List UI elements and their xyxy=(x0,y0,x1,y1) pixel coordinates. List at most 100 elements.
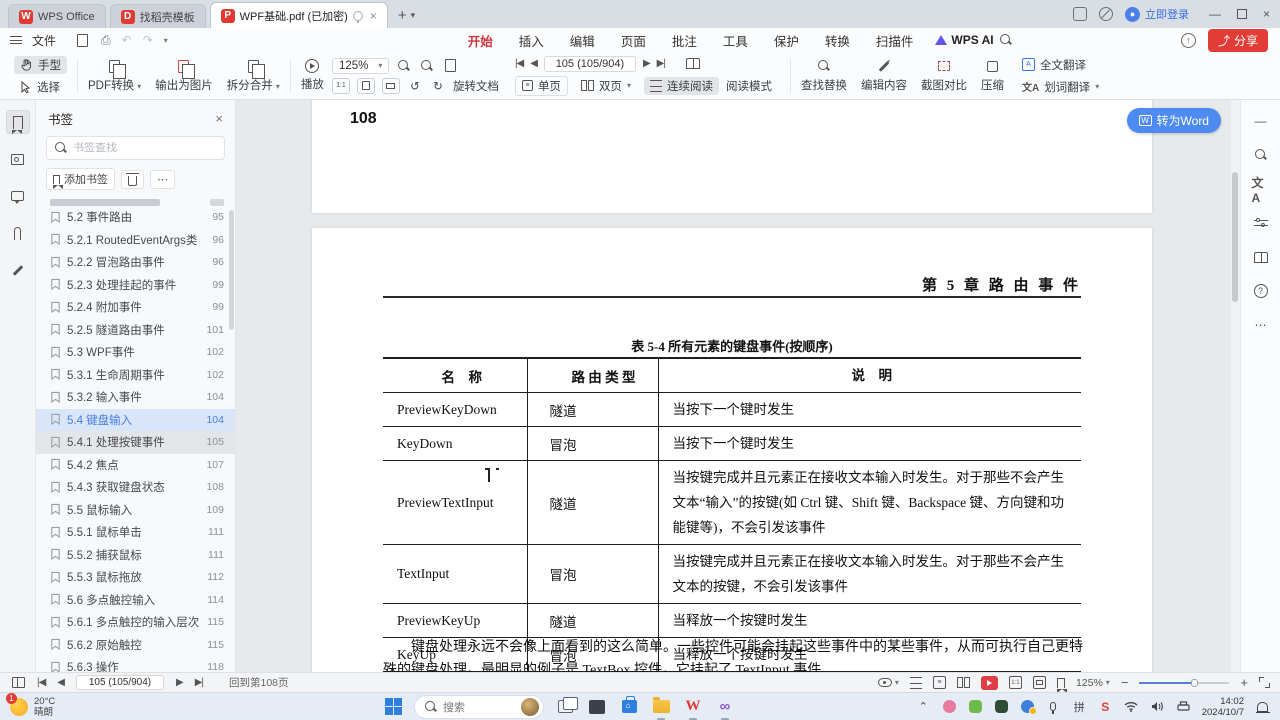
zoom-slider-knob[interactable] xyxy=(1191,678,1199,687)
autoplay-button[interactable] xyxy=(980,675,998,690)
taskbar-search[interactable]: 搜索 xyxy=(414,694,544,719)
wifi-icon[interactable] xyxy=(1124,699,1139,714)
status-page-input[interactable] xyxy=(76,675,164,690)
next-page-icon[interactable]: ▶ xyxy=(176,677,184,688)
single-page-view-icon[interactable]: ≡ xyxy=(932,676,946,689)
hidden-icons-chevron[interactable]: ⌃ xyxy=(916,699,931,714)
bookmark-item[interactable]: 5.4.1 处理按键事件 105 xyxy=(36,431,236,454)
bookmark-item[interactable]: 5.3.2 输入事件 104 xyxy=(36,386,236,409)
read-mode-book-icon[interactable] xyxy=(685,58,700,69)
last-page-icon[interactable]: ▶| xyxy=(657,58,666,69)
delete-bookmark-button[interactable] xyxy=(121,169,144,189)
first-page-icon[interactable]: |◀ xyxy=(37,677,46,688)
close-tab-icon[interactable]: × xyxy=(370,9,377,23)
ribbon-tab-扫描件[interactable]: 扫描件 xyxy=(876,31,914,50)
bookmarks-panel-toggle[interactable] xyxy=(5,110,30,134)
zoom-in-icon[interactable] xyxy=(419,58,435,74)
bookmark-item[interactable]: 5.6.3 操作 118 xyxy=(36,656,236,672)
pdf-convert-button[interactable]: PDF转换 ▾ xyxy=(88,58,141,93)
zoom-select[interactable]: 125% ▾ xyxy=(331,57,390,74)
pinned-app-dark[interactable] xyxy=(586,696,608,718)
continuous-read-button[interactable]: 连续阅读 xyxy=(643,76,719,95)
ribbon-tab-页面[interactable]: 页面 xyxy=(621,31,646,50)
weather-widget[interactable]: 1 20°C 晴朗 xyxy=(0,692,210,718)
ime-icon[interactable]: 拼 xyxy=(1072,699,1087,714)
read-mode-label[interactable]: 阅读模式 xyxy=(726,78,772,94)
more-tools-icon[interactable]: ⋯ xyxy=(1252,316,1270,334)
new-window-icon[interactable] xyxy=(442,58,458,74)
fit-width-icon[interactable] xyxy=(381,77,400,94)
continuous-view-icon[interactable] xyxy=(909,676,922,689)
close-button[interactable]: × xyxy=(1263,7,1270,21)
double-page-view-icon[interactable] xyxy=(956,677,970,688)
tab-list-chevron-icon[interactable]: ▾ xyxy=(411,10,416,21)
bookmark-item[interactable]: 5.5 鼠标输入 109 xyxy=(36,499,236,522)
export-image-button[interactable]: 输出为图片 xyxy=(155,58,213,93)
bookmark-item[interactable]: 5.2.3 处理挂起的事件 99 xyxy=(36,274,236,297)
tab-docer-template[interactable]: D 找稻壳模板 xyxy=(109,4,206,28)
document-viewport[interactable]: 108 第 5 章 路 由 事 件 表 5-4 所有元素的键盘事件(按顺序) 名… xyxy=(236,100,1231,672)
add-bookmark-button[interactable]: 添加书签 xyxy=(46,168,115,190)
panel-scrollbar[interactable] xyxy=(229,210,234,330)
document-scrollbar[interactable] xyxy=(1231,100,1240,672)
bookmark-status-icon[interactable] xyxy=(1056,677,1067,693)
print-icon[interactable]: ⎙ xyxy=(101,33,111,48)
wps-app-button[interactable]: W xyxy=(682,696,704,720)
tab-active-pdf[interactable]: P WPF基础.pdf (已加密) × xyxy=(209,2,388,28)
rotate-left-icon[interactable]: ↺ xyxy=(407,78,423,94)
bookmark-item[interactable]: 5.2.4 附加事件 99 xyxy=(36,296,236,319)
signature-panel-toggle[interactable] xyxy=(6,258,30,282)
select-tool-button[interactable]: 选择 xyxy=(14,78,67,96)
bookmark-item[interactable]: 5.5.2 捕获鼠标 111 xyxy=(36,544,236,567)
visual-studio-button[interactable]: ∞ xyxy=(714,696,736,720)
page-number-input[interactable] xyxy=(543,55,636,72)
bookmark-item[interactable]: 5.3 WPF事件 102 xyxy=(36,341,236,364)
rotate-doc-label[interactable]: 旋转文档 xyxy=(453,78,499,94)
bookmark-item[interactable]: 5.2 事件路由 95 xyxy=(36,206,236,229)
compress-button[interactable]: 压缩 xyxy=(981,58,1004,93)
help-icon[interactable]: ? xyxy=(1252,282,1270,300)
bookmark-item[interactable]: 5.6.1 多点触控的输入层次 115 xyxy=(36,611,236,634)
bookmark-item[interactable]: 5.6 多点触控输入 114 xyxy=(36,589,236,612)
zoom-out-button[interactable]: − xyxy=(1121,675,1129,690)
redo-icon[interactable]: ↷ xyxy=(143,33,153,47)
wps-ai-entry[interactable]: WPS AI xyxy=(935,32,1013,48)
minimize-button[interactable]: — xyxy=(1209,7,1221,21)
actual-size-icon[interactable]: 1:1 xyxy=(1008,676,1022,689)
zoom-slider[interactable] xyxy=(1139,678,1230,687)
blue-status-icon[interactable] xyxy=(1020,699,1037,715)
fit-window-icon[interactable] xyxy=(1032,676,1046,689)
tip-bulb-icon[interactable] xyxy=(352,10,363,23)
split-merge-button[interactable]: 拆分合并 ▾ xyxy=(227,58,280,93)
bookmark-item[interactable]: 5.5.1 鼠标单击 111 xyxy=(36,521,236,544)
ribbon-tab-插入[interactable]: 插入 xyxy=(519,31,544,50)
ribbon-tab-保护[interactable]: 保护 xyxy=(774,31,799,50)
ribbon-tab-批注[interactable]: 批注 xyxy=(672,31,697,50)
settings-sliders-icon[interactable] xyxy=(1252,214,1270,232)
more-bookmark-actions-button[interactable]: ⋯ xyxy=(150,169,175,189)
convert-to-word-button[interactable]: W 转为Word xyxy=(1126,108,1221,133)
printer-device-icon[interactable] xyxy=(1176,699,1191,714)
fullscreen-icon[interactable] xyxy=(1259,677,1270,688)
undo-icon[interactable]: ↶ xyxy=(122,33,132,47)
single-page-button[interactable]: ≡ 单页 xyxy=(514,75,568,96)
save-icon[interactable] xyxy=(74,32,90,48)
volume-icon[interactable] xyxy=(1150,699,1165,714)
close-panel-icon[interactable]: × xyxy=(215,111,223,126)
next-page-icon[interactable]: ▶ xyxy=(643,58,651,69)
collapse-handle-icon[interactable]: — xyxy=(1252,112,1270,130)
fit-page-icon[interactable] xyxy=(356,77,375,94)
search-icon[interactable] xyxy=(998,32,1014,48)
reading-book-icon[interactable] xyxy=(1252,248,1270,266)
bookmark-item[interactable]: 5.2.2 冒泡路由事件 96 xyxy=(36,251,236,274)
start-button[interactable] xyxy=(382,696,404,718)
zoom-level-button[interactable]: 125% ▾ xyxy=(1076,677,1110,689)
full-translate-button[interactable]: A 全文翻译 xyxy=(1016,56,1105,74)
translate-tool-icon[interactable]: 文A xyxy=(1252,176,1270,205)
share-button[interactable]: ⤴ 分享 xyxy=(1207,28,1268,52)
ribbon-tab-编辑[interactable]: 编辑 xyxy=(570,31,595,50)
bookmark-item[interactable]: 5.2.1 RoutedEventArgs类 96 xyxy=(36,229,236,252)
sogou-s-icon[interactable]: S xyxy=(1098,699,1113,714)
actual-size-icon[interactable]: 1:1 xyxy=(331,77,350,94)
edit-content-button[interactable]: 编辑内容 xyxy=(861,58,907,93)
